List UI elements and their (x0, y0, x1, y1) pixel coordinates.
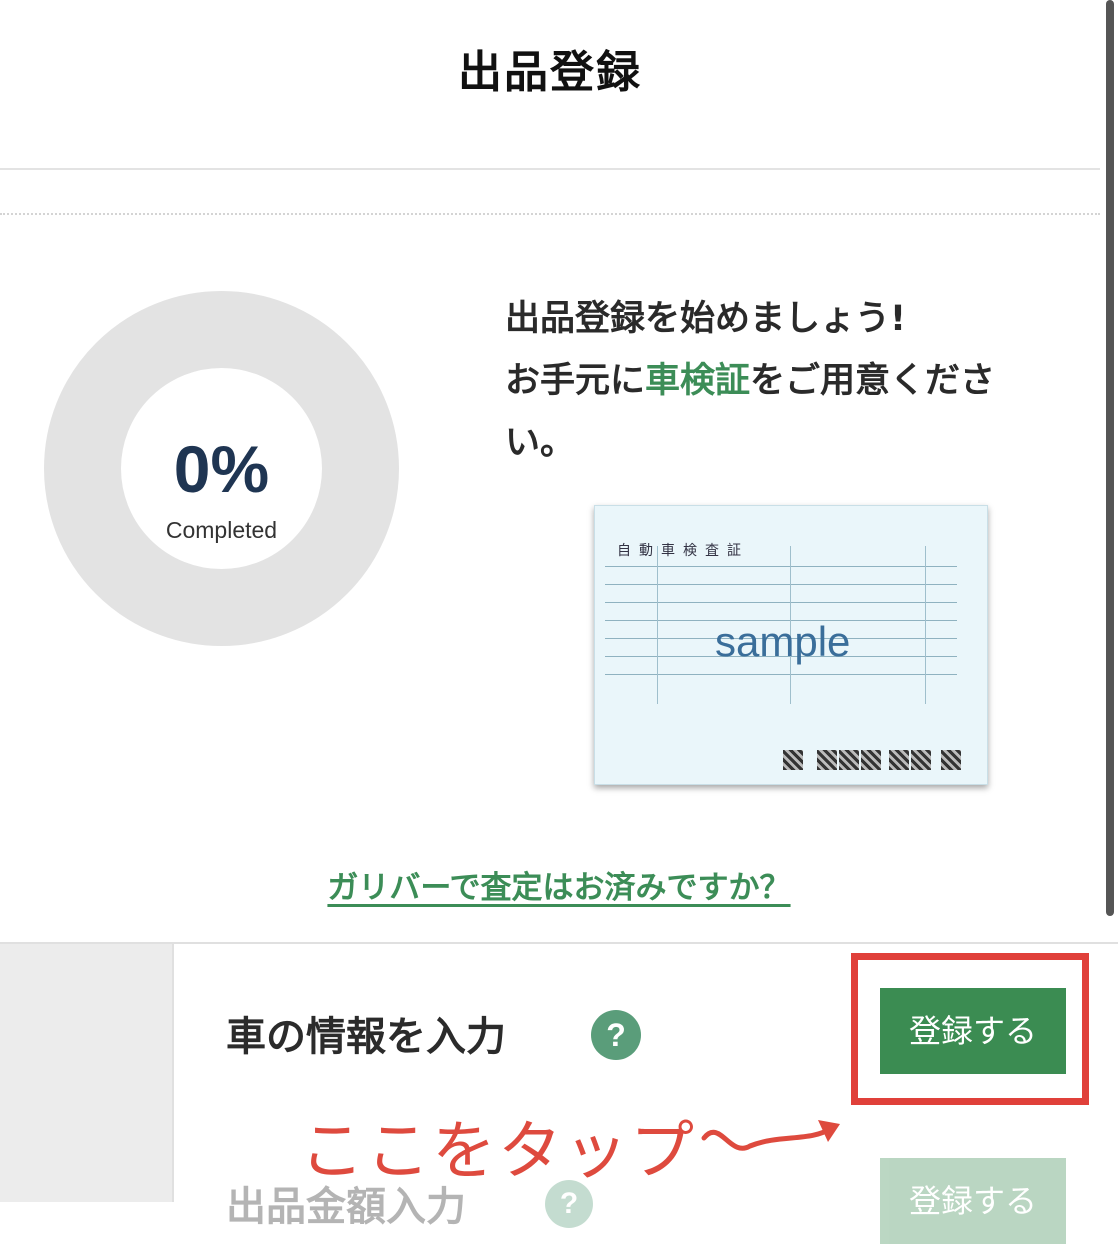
dotted-divider (0, 213, 1100, 215)
progress-ring: 0% Completed (44, 291, 399, 646)
page-title: 出品登録 (458, 47, 642, 98)
certificate-column (925, 546, 926, 704)
highlight-box (851, 953, 1089, 1105)
intro-line-2-suffix: をご用意くださ (750, 361, 996, 401)
register-price-button[interactable]: 登録する (880, 1158, 1066, 1244)
intro-message: 出品登録を始めましょう! お手元に車検証をご用意くださ い。 (505, 288, 1045, 474)
intro-line-3: い。 (505, 423, 576, 463)
vehicle-certificate-sample-image: 自動車検査証 sample (594, 505, 988, 785)
qr-code-icon (783, 750, 803, 770)
qr-code-icon (839, 750, 859, 770)
certificate-title: 自動車検査証 (617, 543, 749, 559)
step-car-info-label: 車の情報を入力 (226, 1014, 506, 1060)
intro-highlight-shakensho: 車検証 (645, 361, 751, 401)
certificate-column (657, 546, 658, 704)
annotation-arrow-icon (701, 1120, 840, 1151)
qr-code-icon (889, 750, 909, 770)
intro-line-1: 出品登録を始めましょう! (505, 299, 906, 339)
intro-line-2: お手元に車検証をご用意くださ (505, 350, 1045, 412)
intro-line-2-prefix: お手元に (505, 361, 646, 401)
qr-code-icon (941, 750, 961, 770)
progress-caption: Completed (165, 517, 278, 543)
appraisal-link[interactable]: ガリバーで査定はお済みですか？ (0, 862, 1118, 907)
qr-code-icon (861, 750, 881, 770)
annotation-tap-here: ここをタップ (300, 1115, 696, 1189)
qr-code-icon (911, 750, 931, 770)
scrollbar[interactable] (1106, 0, 1114, 916)
page-header: 出品登録 (0, 0, 1100, 170)
progress-percent: 0% (173, 432, 270, 506)
certificate-watermark: sample (715, 618, 851, 665)
qr-code-icon (817, 750, 837, 770)
step-sidebar (0, 944, 174, 1202)
help-icon[interactable]: ? (591, 1010, 641, 1060)
